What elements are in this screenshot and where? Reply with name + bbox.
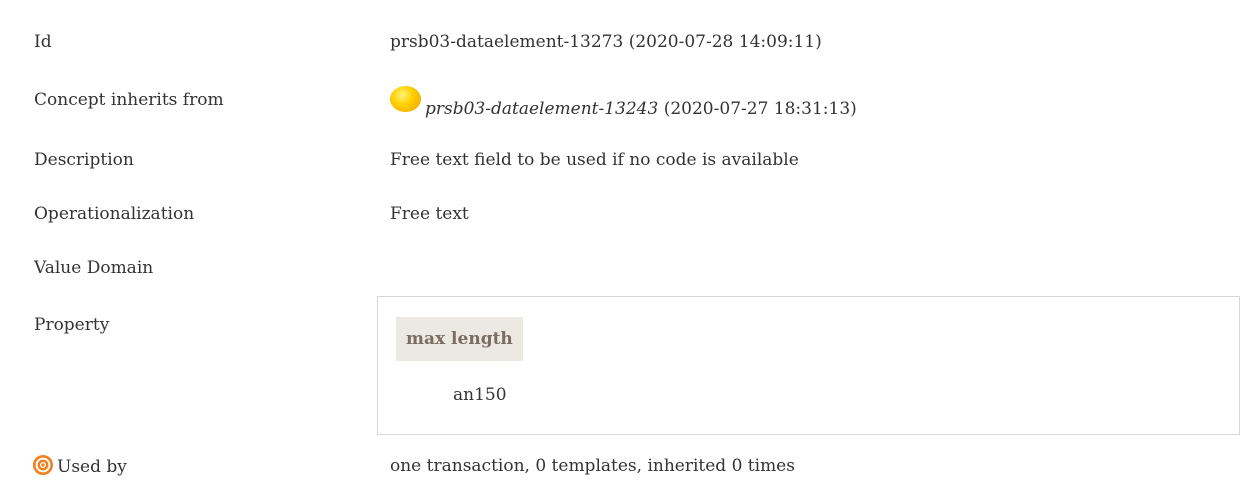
property-label: Property (34, 315, 110, 335)
inherits-label: Concept inherits from (34, 90, 224, 110)
inherits-value: prsb03-dataelement-13243 (2020-07-27 18:… (390, 86, 857, 121)
description-value: Free text field to be used if no code is… (390, 150, 799, 170)
property-name-header: max length (396, 317, 523, 361)
operationalization-value: Free text (390, 204, 469, 224)
inherits-date: (2020-07-27 18:31:13) (658, 99, 857, 119)
target-icon (33, 455, 53, 475)
description-label: Description (34, 150, 134, 170)
property-value: an150 (453, 385, 507, 405)
value-domain-label: Value Domain (34, 258, 154, 278)
inherits-link[interactable]: prsb03-dataelement-13243 (425, 99, 658, 119)
id-value: prsb03-dataelement-13273 (2020-07-28 14:… (390, 32, 822, 52)
id-label: Id (34, 32, 52, 52)
yellow-orb-icon (390, 86, 421, 112)
property-box: max length an150 (377, 296, 1240, 435)
used-by-label-wrap[interactable]: Used by (32, 454, 127, 479)
used-by-value: one transaction, 0 templates, inherited … (390, 456, 795, 476)
used-by-label: Used by (57, 457, 127, 477)
operationalization-label: Operationalization (34, 204, 195, 224)
